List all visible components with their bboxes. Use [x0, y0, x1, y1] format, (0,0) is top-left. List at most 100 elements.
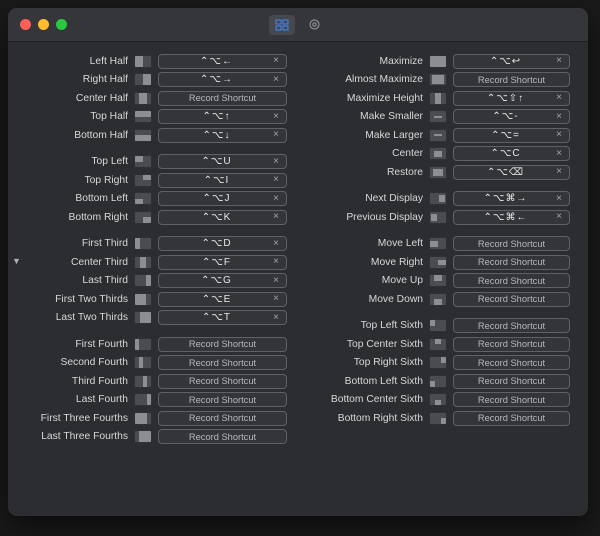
shortcut-field[interactable]: ⌃⌥C×: [453, 146, 570, 161]
action-label: Make Smaller: [309, 111, 423, 122]
clear-shortcut-button[interactable]: ×: [270, 157, 282, 167]
shortcut-field[interactable]: Record Shortcut: [158, 429, 287, 444]
clear-shortcut-button[interactable]: ×: [553, 93, 565, 103]
shortcut-field[interactable]: Record Shortcut: [453, 337, 570, 352]
clear-shortcut-button[interactable]: ×: [553, 149, 565, 159]
clear-shortcut-button[interactable]: ×: [270, 130, 282, 140]
shortcut-field[interactable]: ⌃⌥⌫×: [453, 165, 570, 180]
tab-settings[interactable]: [301, 15, 327, 35]
action-label: First Two Thirds: [26, 294, 128, 305]
action-label: Top Left: [26, 156, 128, 167]
shortcut-field[interactable]: ⌃⌥↩×: [453, 54, 570, 69]
shortcut-field[interactable]: Record Shortcut: [453, 273, 570, 288]
clear-shortcut-button[interactable]: ×: [270, 194, 282, 204]
shortcut-field[interactable]: Record Shortcut: [453, 236, 570, 251]
clear-shortcut-button[interactable]: ×: [553, 112, 565, 122]
action-label: Bottom Right: [26, 212, 128, 223]
shortcut-field[interactable]: ⌃⌥→×: [158, 72, 287, 87]
shortcut-field[interactable]: ⌃⌥↓×: [158, 128, 287, 143]
shortcut-field[interactable]: ⌃⌥D×: [158, 236, 287, 251]
shortcut-field[interactable]: ⌃⌥K×: [158, 210, 287, 225]
preferences-window: ▼ Left Half⌃⌥←×Right Half⌃⌥→×Center Half…: [8, 8, 588, 516]
shortcut-field[interactable]: Record Shortcut: [453, 255, 570, 270]
clear-shortcut-button[interactable]: ×: [270, 56, 282, 66]
clear-shortcut-button[interactable]: ×: [270, 175, 282, 185]
shortcut-field[interactable]: Record Shortcut: [158, 337, 287, 352]
shortcut-keys: ⌃⌥←: [163, 56, 270, 67]
shortcut-keys: ⌃⌥↑: [163, 111, 270, 122]
action-label: Bottom Half: [26, 130, 128, 141]
shortcut-row: Last Two Thirds⌃⌥T×: [26, 309, 287, 328]
move-up-icon: [429, 274, 447, 287]
clear-shortcut-button[interactable]: ×: [270, 294, 282, 304]
shortcut-field[interactable]: ⌃⌥↑×: [158, 109, 287, 124]
clear-shortcut-button[interactable]: ×: [553, 212, 565, 222]
shortcut-row: Top Right⌃⌥I×: [26, 171, 287, 190]
shortcut-field[interactable]: ⌃⌥U×: [158, 154, 287, 169]
shortcut-group: Left Half⌃⌥←×Right Half⌃⌥→×Center HalfRe…: [26, 52, 287, 145]
shortcut-row: Bottom Half ⌃⌥↓×: [26, 126, 287, 145]
clear-shortcut-button[interactable]: ×: [270, 75, 282, 85]
clear-shortcut-button[interactable]: ×: [270, 313, 282, 323]
first-three-fourths-icon: [134, 412, 152, 425]
shortcut-field[interactable]: Record Shortcut: [453, 374, 570, 389]
action-label: Make Larger: [309, 130, 423, 141]
action-label: Top Half: [26, 111, 128, 122]
shortcut-group: Next Display⌃⌥⌘→×Previous Display⌃⌥⌘←×: [309, 190, 570, 227]
shortcut-field[interactable]: Record Shortcut: [158, 355, 287, 370]
last-third-icon: [134, 274, 152, 287]
top-left-icon: [134, 155, 152, 168]
shortcut-field[interactable]: ⌃⌥I×: [158, 173, 287, 188]
clear-shortcut-button[interactable]: ×: [270, 112, 282, 122]
action-label: Last Third: [26, 275, 128, 286]
shortcut-keys: ⌃⌥D: [163, 238, 270, 249]
shortcut-field[interactable]: Record Shortcut: [158, 374, 287, 389]
shortcut-field[interactable]: ⌃⌥⇧↑×: [453, 91, 570, 106]
clear-shortcut-button[interactable]: ×: [270, 257, 282, 267]
action-label: Move Down: [309, 294, 423, 305]
clear-shortcut-button[interactable]: ×: [553, 56, 565, 66]
shortcut-field[interactable]: Record Shortcut: [453, 72, 570, 87]
tab-shortcuts[interactable]: [269, 15, 295, 35]
action-label: First Third: [26, 238, 128, 249]
clear-shortcut-button[interactable]: ×: [553, 194, 565, 204]
top-right-icon: [134, 174, 152, 187]
clear-shortcut-button[interactable]: ×: [270, 276, 282, 286]
minimize-window-button[interactable]: [38, 19, 49, 30]
clear-shortcut-button[interactable]: ×: [553, 130, 565, 140]
last-three-fourths-icon: [134, 430, 152, 443]
shortcut-field[interactable]: ⌃⌥E×: [158, 292, 287, 307]
disclosure-triangle[interactable]: ▼: [12, 256, 21, 266]
zoom-window-button[interactable]: [56, 19, 67, 30]
shortcut-field[interactable]: ⌃⌥=×: [453, 128, 570, 143]
center-third-icon: [134, 256, 152, 269]
shortcut-keys: ⌃⌥↓: [163, 130, 270, 141]
action-label: First Three Fourths: [26, 413, 128, 424]
shortcut-field[interactable]: ⌃⌥T×: [158, 310, 287, 325]
shortcut-keys: ⌃⌥K: [163, 212, 270, 223]
shortcut-field[interactable]: Record Shortcut: [453, 292, 570, 307]
shortcut-field[interactable]: Record Shortcut: [453, 411, 570, 426]
clear-shortcut-button[interactable]: ×: [270, 239, 282, 249]
shortcut-field[interactable]: Record Shortcut: [158, 411, 287, 426]
shortcut-field[interactable]: ⌃⌥F×: [158, 255, 287, 270]
shortcut-field[interactable]: ⌃⌥G×: [158, 273, 287, 288]
shortcut-keys: ⌃⌥↩: [458, 56, 553, 67]
shortcut-row: Make Smaller ⌃⌥-×: [309, 108, 570, 127]
shortcut-row: Bottom Center SixthRecord Shortcut: [309, 391, 570, 410]
shortcut-field[interactable]: Record Shortcut: [453, 318, 570, 333]
shortcut-field[interactable]: ⌃⌥J×: [158, 191, 287, 206]
shortcut-keys: ⌃⌥⌘←: [458, 212, 553, 223]
clear-shortcut-button[interactable]: ×: [553, 167, 565, 177]
close-window-button[interactable]: [20, 19, 31, 30]
clear-shortcut-button[interactable]: ×: [270, 212, 282, 222]
shortcut-field[interactable]: Record Shortcut: [158, 392, 287, 407]
shortcut-field[interactable]: ⌃⌥⌘→×: [453, 191, 570, 206]
shortcut-field[interactable]: ⌃⌥⌘←×: [453, 210, 570, 225]
tr-sixth-icon: [429, 356, 447, 369]
shortcut-field[interactable]: Record Shortcut: [453, 392, 570, 407]
shortcut-field[interactable]: ⌃⌥←×: [158, 54, 287, 69]
shortcut-field[interactable]: ⌃⌥-×: [453, 109, 570, 124]
shortcut-field[interactable]: Record Shortcut: [158, 91, 287, 106]
shortcut-field[interactable]: Record Shortcut: [453, 355, 570, 370]
